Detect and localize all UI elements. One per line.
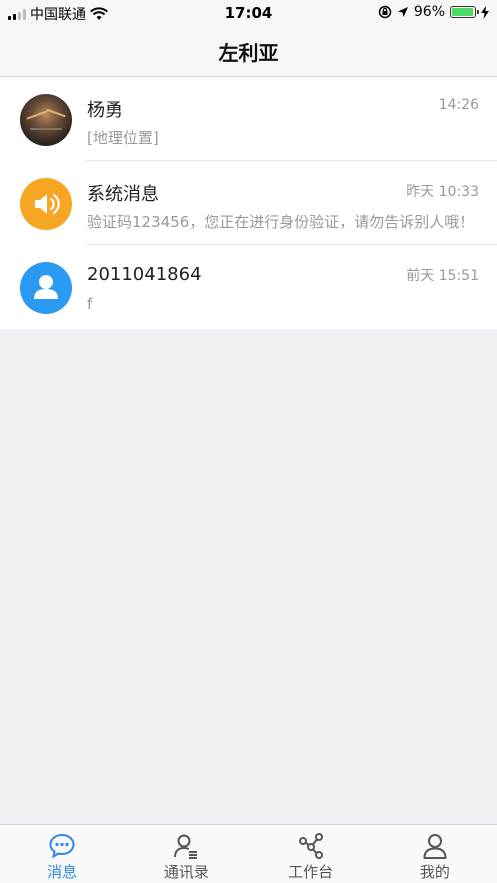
photo-avatar (20, 94, 72, 146)
conversation-name: 系统消息 (87, 184, 159, 205)
page-title: 左利亚 (218, 40, 279, 65)
tab-label: 我的 (419, 863, 450, 881)
share-nodes-icon (298, 833, 323, 859)
battery-icon (450, 6, 479, 18)
rotation-lock-icon (378, 5, 392, 19)
person-icon (20, 262, 72, 314)
status-bar: 中国联通 17:04 96% (0, 0, 497, 26)
status-right: 96% (378, 4, 489, 20)
location-arrow-icon (397, 7, 408, 17)
battery-percent: 96% (413, 4, 445, 20)
charging-bolt-icon (481, 5, 489, 19)
person-outline-icon (423, 834, 447, 859)
tab-label: 消息 (47, 863, 78, 881)
tab-label: 工作台 (288, 863, 334, 881)
battery-level (452, 8, 474, 16)
nav-bar: 左利亚 (0, 26, 497, 77)
tab-contacts[interactable]: 通讯录 (124, 825, 248, 883)
contacts-icon (174, 834, 198, 859)
conversation-list: 杨勇 14:26 [地理位置] 系统消息 昨天 10:33 验证码123456，… (0, 77, 497, 329)
tab-bar: 消息 通讯录 工作台 我的 (0, 824, 497, 883)
tab-workbench[interactable]: 工作台 (249, 825, 373, 883)
conversation-preview: [地理位置] (87, 129, 159, 147)
chat-bubble-icon (49, 833, 75, 859)
tab-messages[interactable]: 消息 (0, 825, 124, 883)
tab-label: 通讯录 (163, 863, 209, 881)
conversation-item[interactable]: 杨勇 14:26 [地理位置] (0, 77, 497, 161)
speaker-icon (20, 178, 72, 230)
conversation-item[interactable]: 系统消息 昨天 10:33 验证码123456，您正在进行身份验证，请勿告诉别人… (0, 161, 497, 245)
conversation-time: 昨天 10:33 (406, 184, 479, 200)
conversation-name: 2011041864 (87, 264, 202, 285)
tab-me[interactable]: 我的 (373, 825, 497, 883)
conversation-time: 前天 15:51 (406, 268, 479, 284)
conversation-preview: f (87, 295, 93, 313)
conversation-time: 14:26 (438, 97, 479, 113)
conversation-item[interactable]: 2011041864 前天 15:51 f (0, 245, 497, 329)
conversation-preview: 验证码123456，您正在进行身份验证，请勿告诉别人哦！ (87, 213, 475, 231)
conversation-name: 杨勇 (87, 100, 123, 121)
